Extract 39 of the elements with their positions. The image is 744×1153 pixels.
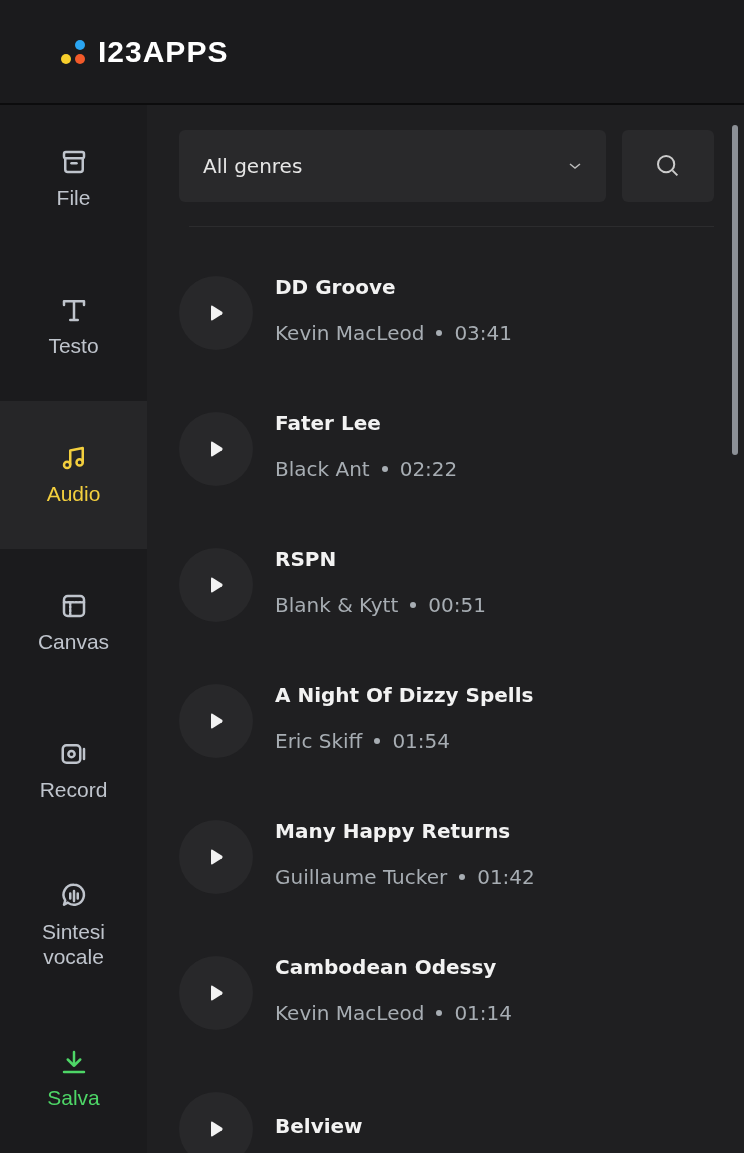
track-duration: 03:41 — [454, 321, 513, 345]
track-title: Belview — [275, 1114, 363, 1138]
play-button[interactable] — [179, 1092, 253, 1153]
track-duration: 01:54 — [392, 729, 451, 753]
separator-dot — [374, 738, 381, 744]
track-duration: 00:51 — [428, 593, 486, 617]
track-title: Cambodean Odessy — [275, 955, 498, 979]
track-artist: Eric Skiff — [275, 729, 363, 753]
sidebar-item[interactable]: Record — [0, 697, 147, 845]
track-duration: 02:22 — [399, 457, 458, 481]
scrollbar[interactable] — [732, 125, 738, 455]
sidebar-item[interactable]: Salva — [0, 1005, 147, 1153]
track-title: A Night Of Dizzy Spells — [275, 683, 534, 707]
separator-dot — [459, 874, 466, 880]
sidebar-item[interactable]: Sintesi vocale — [0, 845, 147, 1005]
track-title: RSPN — [275, 547, 338, 571]
separator-dot — [436, 330, 443, 336]
track-title: DD Groove — [275, 275, 397, 299]
track-artist: Blank & Kytt — [275, 593, 399, 617]
track-duration: 01:42 — [477, 865, 535, 889]
sidebar-item[interactable]: Testo — [0, 253, 147, 401]
track-artist: Kevin MacLeod — [275, 321, 425, 345]
logo-icon — [60, 37, 88, 66]
track-title: Fater Lee — [275, 411, 382, 435]
track-title: Many Happy Returns — [275, 819, 512, 843]
separator-dot — [436, 1010, 443, 1016]
track-duration: 01:14 — [454, 1001, 513, 1025]
sidebar-item[interactable]: Canvas — [0, 549, 147, 697]
track-artist: Black Ant — [275, 457, 370, 481]
logo-text: I23APPS — [98, 34, 229, 69]
search-button[interactable] — [622, 130, 714, 202]
sidebar-item[interactable]: Audio — [0, 401, 147, 549]
track-artist: Guillaume Tucker — [275, 865, 448, 889]
genre-dropdown[interactable]: All genres — [179, 130, 606, 202]
sidebar-item[interactable]: File — [0, 105, 147, 253]
separator-dot — [381, 466, 388, 472]
track-artist: Kevin MacLeod — [275, 1001, 425, 1025]
separator-dot — [410, 602, 417, 608]
chevron-down-icon — [568, 161, 582, 171]
